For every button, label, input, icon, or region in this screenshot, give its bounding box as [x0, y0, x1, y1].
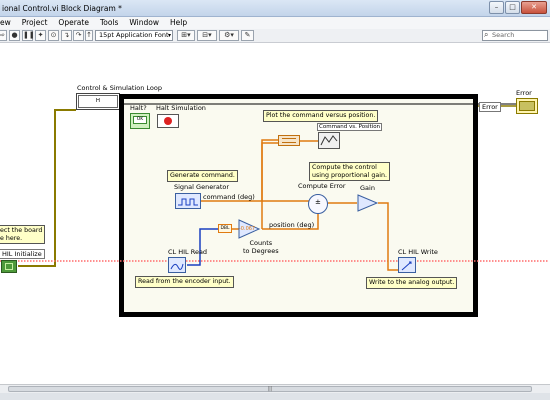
menu-operate[interactable]: Operate	[58, 17, 89, 29]
cl-hil-read-label: CL HIL Read	[168, 248, 208, 256]
cl-hil-write-node[interactable]	[398, 257, 416, 273]
horizontal-scrollbar[interactable]: |||	[0, 384, 550, 393]
wires-layer	[0, 103, 548, 271]
halt-simulation-node[interactable]	[157, 114, 179, 128]
cl-hil-write-label: CL HIL Write	[398, 248, 438, 256]
stop-icon	[164, 117, 172, 125]
error-terminal-label: Error	[479, 102, 501, 112]
halt-label: Halt?	[130, 104, 147, 112]
cl-hil-read-node[interactable]	[168, 257, 186, 273]
cleanup-diagram-icon[interactable]: ✎	[241, 30, 254, 41]
read-icon	[170, 263, 184, 270]
comment-write: Write to the analog output.	[366, 277, 458, 289]
distribute-objects-icon[interactable]: ⊟▾	[197, 30, 217, 41]
run-icon[interactable]: ⇨	[0, 30, 7, 41]
menu-help[interactable]: Help	[170, 17, 187, 29]
graph-node[interactable]	[318, 132, 340, 149]
command-label: command (deg)	[203, 193, 255, 201]
halt-simulation-label: Halt Simulation	[156, 104, 206, 112]
comment-plot: Plot the command versus position.	[263, 110, 379, 122]
position-plot-wire[interactable]	[261, 142, 278, 229]
search-icon: ⌕	[484, 30, 489, 39]
abort-icon[interactable]: ●	[9, 30, 20, 41]
comment-generate: Generate command.	[167, 170, 238, 182]
block-diagram-canvas[interactable]: Control & Simulation Loop H ect the boar…	[0, 43, 550, 384]
comment-select-board: ect the board e here.	[0, 225, 46, 244]
dbl-convert-node[interactable]: DBL	[218, 224, 232, 233]
comment-compute: Compute the control using proportional g…	[309, 162, 391, 181]
signal-generator-node[interactable]	[175, 193, 201, 209]
hil-initialize-label: HIL Initialize	[0, 249, 45, 259]
compute-error-label: Compute Error	[298, 182, 346, 190]
window-title: ional Control.vi Block Diagram *	[2, 4, 122, 13]
signal-generator-label: Signal Generator	[174, 183, 230, 191]
reorder-icon[interactable]: ⚙▾	[219, 30, 239, 41]
graph-icon	[320, 135, 338, 146]
bundle-icon	[282, 138, 296, 143]
square-wave-icon	[178, 198, 198, 206]
counts-to-degrees-label: Counts to Degrees	[243, 239, 279, 255]
close-button[interactable]: ✕	[521, 1, 547, 14]
error-label: Error	[516, 89, 532, 97]
menu-window[interactable]: Window	[129, 17, 159, 29]
menu-tools[interactable]: Tools	[100, 17, 118, 29]
step-into-icon[interactable]: ↴	[61, 30, 72, 41]
window-titlebar: ional Control.vi Block Diagram * – □ ✕	[0, 0, 550, 17]
gain-node[interactable]	[357, 194, 379, 212]
sum-icon: ±	[315, 198, 321, 206]
minimize-button[interactable]: –	[489, 1, 504, 14]
read-convert-wire[interactable]	[187, 228, 218, 266]
maximize-button[interactable]: □	[505, 1, 520, 14]
search-input[interactable]: ⌕ Search	[482, 30, 548, 41]
menu-bar: ew Project Operate Tools Window Help	[0, 17, 550, 29]
search-placeholder: Search	[492, 31, 515, 39]
window-controls: – □ ✕	[489, 1, 547, 14]
hil-initialize-node[interactable]	[1, 260, 17, 273]
menu-project[interactable]: Project	[22, 17, 48, 29]
menu-view[interactable]: ew	[0, 17, 11, 29]
board-icon	[5, 263, 13, 270]
gain-constant: -0.067	[239, 226, 256, 232]
status-bar	[0, 393, 550, 400]
write-icon	[401, 261, 412, 271]
position-label: position (deg)	[269, 221, 315, 229]
halt-button-node[interactable]: OK	[130, 113, 150, 129]
comment-read: Read from the encoder input.	[135, 276, 234, 288]
font-selector-value: 15pt Application Font	[99, 31, 169, 39]
step-out-icon[interactable]: ↑	[85, 30, 93, 41]
gain-label: Gain	[360, 184, 375, 192]
scrollbar-thumb[interactable]: |||	[8, 386, 532, 392]
chevron-down-icon: ▾	[167, 32, 171, 39]
align-objects-icon[interactable]: ⊞▾	[177, 30, 195, 41]
step-over-icon[interactable]: ↷	[73, 30, 84, 41]
highlight-execution-icon[interactable]: ✦	[35, 30, 46, 41]
graph-label: Command vs. Position	[317, 123, 383, 131]
compute-error-node[interactable]: ±	[308, 194, 328, 214]
error-indicator-node[interactable]	[516, 98, 538, 114]
halt-ok-button: OK	[133, 116, 147, 124]
pause-icon[interactable]: ❚❚	[22, 30, 35, 41]
gain-write-wire[interactable]	[378, 202, 398, 271]
font-selector[interactable]: 15pt Application Font ▾	[95, 30, 173, 41]
retain-wire-values-icon[interactable]: ⊙	[48, 30, 59, 41]
bundle-node[interactable]	[278, 135, 300, 146]
error-cluster-icon	[519, 101, 535, 111]
toolbar: ⇨ ● ❚❚ ✦ ⊙ ↴ ↷ ↑ 15pt Application Font ▾…	[0, 29, 550, 43]
